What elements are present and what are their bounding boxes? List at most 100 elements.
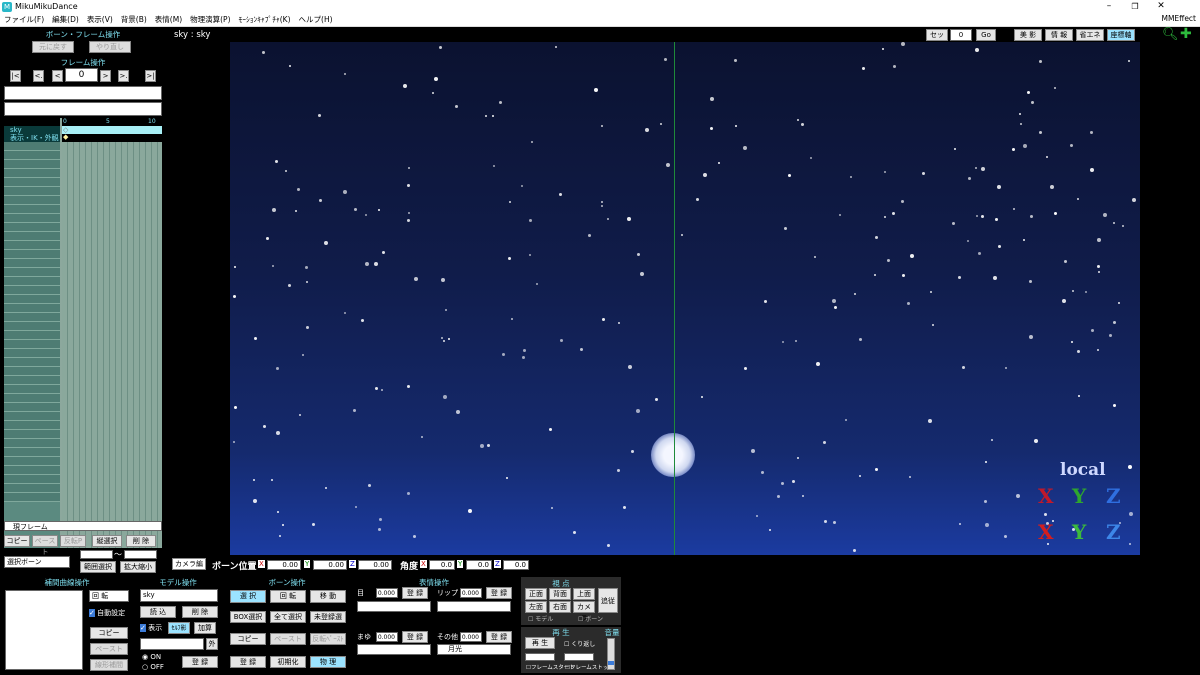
menu-view[interactable]: 表示(V): [83, 14, 117, 25]
menu-background[interactable]: 背景(B): [117, 14, 151, 25]
other-register-button[interactable]: 登 録: [486, 631, 512, 643]
repeat-checkbox[interactable]: ☐ くり返し: [564, 639, 595, 648]
angle-x-input[interactable]: 0.0: [429, 560, 455, 570]
bone-move-button[interactable]: 移 動: [310, 590, 346, 603]
paste-frame-button[interactable]: ペースト: [32, 535, 58, 556]
model-delete-button[interactable]: 削 除: [182, 606, 218, 618]
other-value[interactable]: 0.000: [460, 632, 482, 642]
vertical-select-button[interactable]: 縦選択: [92, 535, 122, 547]
follow-button[interactable]: 追従: [598, 588, 618, 613]
self-shadow-button[interactable]: ｾﾙﾌ影: [168, 622, 190, 634]
menu-mmeffect[interactable]: MMEffect: [1161, 14, 1196, 23]
bone-copy-button[interactable]: コピー: [230, 633, 266, 645]
interp-copy-button[interactable]: コピー: [90, 627, 128, 639]
rotate-x-gizmo-icon[interactable]: X: [1038, 484, 1054, 508]
model-register-button[interactable]: 登 録: [182, 656, 218, 668]
model-on-radio[interactable]: ◉ ON: [142, 653, 161, 661]
frame-number-input[interactable]: 0: [65, 68, 98, 82]
info-button[interactable]: 情 報: [1045, 29, 1073, 41]
rotate-y-gizmo-icon[interactable]: Y: [1072, 484, 1086, 508]
additive-button[interactable]: 加算: [194, 622, 216, 634]
energy-save-button[interactable]: 省エネ: [1076, 29, 1104, 41]
outside-parent-dropdown[interactable]: [140, 638, 204, 650]
close-icon[interactable]: ✕: [1148, 0, 1174, 13]
show-model-checkbox[interactable]: ✓ 表示: [140, 623, 162, 633]
view-right-button[interactable]: 右面: [549, 601, 571, 613]
bone-rotate-button[interactable]: 回 転: [270, 590, 306, 603]
shadow-button[interactable]: 美 影: [1014, 29, 1042, 41]
linear-interp-button[interactable]: 線形補間: [90, 659, 128, 671]
brow-register-button[interactable]: 登 録: [402, 631, 428, 643]
delete-frame-button[interactable]: 削 除: [126, 535, 156, 547]
frame-start-input[interactable]: [525, 653, 555, 661]
outside-parent-button[interactable]: 外: [206, 638, 218, 650]
menu-motion-capture[interactable]: ﾓｰｼｮﾝｷｬﾌﾟﾁｬ(K): [235, 14, 295, 25]
go-button[interactable]: Go: [976, 29, 996, 41]
select-all-button[interactable]: 全て選択: [270, 611, 306, 623]
range-start-input[interactable]: [80, 550, 113, 559]
model-dropdown[interactable]: sky: [140, 589, 218, 602]
move-y-gizmo-icon[interactable]: Y: [1072, 520, 1086, 544]
local-label[interactable]: local: [1060, 460, 1106, 480]
play-button[interactable]: 再 生: [525, 637, 555, 649]
frame-stop-input[interactable]: [564, 653, 594, 661]
move-x-gizmo-icon[interactable]: X: [1038, 520, 1054, 544]
eye-dropdown[interactable]: [357, 601, 431, 612]
next-frame-button[interactable]: >: [100, 70, 111, 82]
eye-value[interactable]: 0.000: [376, 588, 398, 598]
unregistered-select-button[interactable]: 未登録選: [310, 611, 346, 623]
first-frame-button[interactable]: |<: [10, 70, 21, 82]
pos-y-input[interactable]: 0.00: [313, 560, 347, 570]
timeline-grid[interactable]: 0 5 10 ◇ ◆: [62, 118, 162, 548]
pos-x-input[interactable]: 0.00: [267, 560, 301, 570]
camera-edit-tab[interactable]: カメラ編: [172, 558, 206, 570]
angle-y-input[interactable]: 0.0: [466, 560, 492, 570]
rotate-z-gizmo-icon[interactable]: Z: [1106, 484, 1121, 508]
box-select-button[interactable]: BOX選択: [230, 611, 266, 623]
pos-z-input[interactable]: 0.00: [358, 560, 392, 570]
interp-paste-button[interactable]: ペースト: [90, 643, 128, 655]
zoom-button[interactable]: 拡大縮小: [120, 561, 156, 573]
lip-register-button[interactable]: 登 録: [486, 587, 512, 599]
move-z-gizmo-icon[interactable]: Z: [1106, 520, 1121, 544]
prev-frame-button[interactable]: <: [52, 70, 63, 82]
redo-button[interactable]: やり直し: [89, 41, 131, 53]
3d-viewport[interactable]: local X Y Z X Y Z: [230, 42, 1140, 555]
view-left-button[interactable]: 左面: [525, 601, 547, 613]
minimize-icon[interactable]: –: [1096, 0, 1122, 13]
bone-reverse-paste-button[interactable]: 反転ﾍﾟｰｽﾄ: [310, 633, 346, 645]
set-button[interactable]: セット: [926, 29, 948, 50]
menu-edit[interactable]: 編集(D): [48, 14, 83, 25]
range-select-button[interactable]: 範囲選択: [80, 561, 116, 573]
volume-slider[interactable]: [607, 638, 615, 670]
physics-button[interactable]: 物 理: [310, 656, 346, 668]
menu-expression[interactable]: 表情(M): [151, 14, 186, 25]
model-off-radio[interactable]: ○ OFF: [142, 663, 164, 671]
view-front-button[interactable]: 正面: [525, 588, 547, 600]
bone-follow-checkbox[interactable]: ☐ ボーン: [578, 614, 603, 623]
restore-icon[interactable]: ❐: [1122, 0, 1148, 13]
track-sky[interactable]: sky: [4, 126, 60, 134]
last-frame-button[interactable]: >|: [145, 70, 156, 82]
view-back-button[interactable]: 背面: [549, 588, 571, 600]
copy-frame-button[interactable]: コピー: [4, 535, 30, 547]
frame-jump-input[interactable]: 0: [950, 29, 972, 41]
next-key-button[interactable]: >.: [118, 70, 129, 82]
auto-setting-checkbox[interactable]: ✓ 自動設定: [89, 608, 125, 618]
bone-init-button[interactable]: 初期化: [270, 656, 306, 668]
menu-physics[interactable]: 物理演算(P): [186, 14, 234, 25]
reverse-paste-button[interactable]: 反転P: [60, 535, 86, 547]
brow-value[interactable]: 0.000: [376, 632, 398, 642]
keyframe-marker[interactable]: ◆: [63, 133, 68, 141]
view-top-button[interactable]: 上面: [573, 588, 595, 600]
eye-register-button[interactable]: 登 録: [402, 587, 428, 599]
view-camera-button[interactable]: カメラ: [573, 601, 595, 622]
model-follow-checkbox[interactable]: ☐ モデル: [528, 614, 553, 623]
bone-register-button[interactable]: 登 録: [230, 656, 266, 668]
other-dropdown[interactable]: 月光: [437, 644, 511, 655]
interp-type-dropdown[interactable]: 回 転: [89, 590, 129, 602]
current-frame-tab[interactable]: 現フレーム: [5, 523, 48, 531]
model-load-button[interactable]: 読 込: [140, 606, 176, 618]
select-bone-dropdown[interactable]: 選択ボーン: [4, 556, 70, 568]
track-display-ik[interactable]: 表示・IK・外観: [4, 134, 60, 142]
